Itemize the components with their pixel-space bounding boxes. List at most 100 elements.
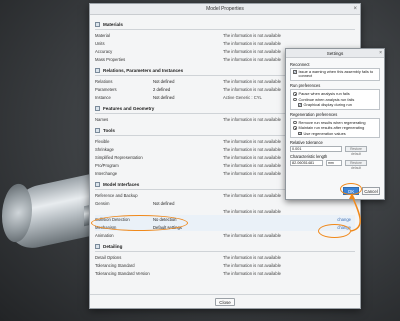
property-name: Detail Options (95, 254, 122, 260)
property-name: Pro/Program (95, 162, 119, 168)
property-info: The information is not available (223, 48, 281, 54)
remove-results-label: Remove run results when regenerating (298, 119, 366, 125)
property-value: 2 defined (153, 86, 171, 92)
regeneration-preferences-title: Regeneration preferences (290, 111, 338, 117)
property-info: The information is not available (223, 146, 281, 152)
change-link[interactable]: change (293, 217, 351, 222)
property-info: The information is not available (223, 138, 281, 144)
section-heading-label: Detailing (103, 243, 123, 249)
relative-tolerance-title: Relative tolerance (290, 140, 323, 145)
maintain-results-label: Maintain run results after regenerating (298, 125, 365, 131)
property-info: The information is not available (223, 40, 281, 46)
property-name: Material (95, 32, 110, 38)
section-icon (95, 21, 100, 27)
restore-length-button[interactable]: Restore default (345, 160, 367, 170)
property-info: The information is not available (223, 270, 281, 276)
property-name: Shrinkage (95, 146, 114, 152)
property-name: Flexible (95, 138, 110, 144)
property-value: Not defined (153, 94, 175, 100)
property-row: Material The information is not available (95, 31, 355, 39)
settings-close-icon[interactable]: × (379, 49, 382, 58)
ok-button-highlight (340, 183, 362, 195)
section-heading[interactable]: Detailing (95, 242, 355, 250)
property-info: The information is not available (223, 254, 281, 260)
property-info: The information is not available (223, 162, 281, 168)
property-info: The information is not available (223, 154, 281, 160)
dialog-title-bar: Model Properties × (90, 4, 360, 15)
property-name: Names (95, 116, 109, 122)
settings-title: Settings (326, 51, 344, 56)
property-info: The information is not available (223, 170, 281, 176)
property-name: Tolerancing Standard (95, 262, 135, 268)
section-heading-label: Materials (103, 21, 123, 27)
property-row: Tolerancing Standard Version The informat… (95, 269, 355, 277)
pause-on-fail-label: Pause when analysis run fails (298, 91, 350, 97)
section: Detailing Detail Options The information i… (95, 242, 355, 277)
continue-on-fail-label: Continue when analysis run fails (298, 96, 355, 102)
property-name: Interchange (95, 170, 118, 176)
property-info: The information is not available (223, 56, 281, 62)
property-row: Units The information is not available (95, 39, 355, 47)
property-info: The information is not available (223, 78, 281, 84)
reconnect-warning-label: Issue a warning when this assembly fails… (298, 69, 374, 79)
property-info: Active Generic : CYL (223, 94, 262, 100)
property-row: Animation The information is not availabl… (95, 231, 355, 239)
property-info: The information is not available (223, 208, 281, 214)
settings-title-bar: Settings × (286, 49, 384, 58)
property-name: Relations (95, 78, 113, 84)
section-icon (95, 105, 100, 111)
restore-tolerance-button[interactable]: Restore default (345, 146, 367, 156)
settings-dialog: Settings × Reconnect ✓ Issue a warning w… (285, 48, 385, 200)
property-name: Mass Properties (95, 56, 126, 62)
property-name: Parameters (95, 86, 117, 92)
use-regen-values-checkbox[interactable]: ✓ (298, 131, 302, 135)
property-name: Units (95, 40, 105, 46)
property-row: Gensim Not defined (95, 199, 355, 207)
pause-on-fail-radio[interactable] (293, 92, 297, 96)
property-value: Not defined (153, 200, 175, 206)
property-name: Instance (95, 94, 111, 100)
graphical-display-checkbox[interactable]: ✓ (298, 103, 302, 107)
property-info: The information is not available (223, 262, 281, 268)
section-icon (95, 67, 100, 73)
cancel-button[interactable]: Cancel (362, 187, 380, 195)
characteristic-length-input[interactable]: 82.06051481 (290, 160, 323, 166)
property-name: Reference and Backup (95, 192, 138, 198)
run-preferences-group: Pause when analysis run fails Continue w… (290, 89, 380, 110)
section-icon (95, 243, 100, 249)
close-icon[interactable]: × (353, 4, 357, 15)
property-row: Detail Options The information is not ava… (95, 253, 355, 261)
property-info: The information is not available (223, 86, 281, 92)
property-info: The information is not available (223, 32, 281, 38)
continue-on-fail-radio[interactable] (293, 97, 297, 101)
property-name: Tolerancing Standard Version (95, 270, 150, 276)
property-info: The information is not available (223, 232, 281, 238)
relative-tolerance-input[interactable]: 0.001 (290, 146, 342, 152)
remove-results-radio[interactable] (293, 120, 297, 124)
reconnect-group: ✓ Issue a warning when this assembly fai… (290, 68, 380, 81)
characteristic-length-title: Characteristic length (290, 154, 328, 159)
section-divider (95, 29, 355, 30)
section-heading-label: Model Interfaces (103, 181, 140, 187)
close-button[interactable]: Close (215, 297, 235, 306)
run-preferences-title: Run preferences (290, 83, 321, 88)
property-name: Gensim (95, 200, 110, 206)
property-value: Not defined (153, 78, 175, 84)
section-heading-label: Tools (103, 127, 115, 133)
graphical-display-label: Graphical display during run (303, 102, 352, 108)
section-heading[interactable]: Materials (95, 20, 355, 28)
reconnect-warning-checkbox[interactable]: ✓ (293, 70, 297, 74)
section-heading-label: Relations, Parameters and Instances (103, 67, 184, 73)
section-heading-label: Features and Geometry (103, 105, 155, 111)
reconnect-title: Reconnect (290, 62, 310, 67)
property-name: Accuracy (95, 48, 113, 54)
property-info: The information is not available (223, 116, 281, 122)
length-unit-select[interactable]: mm (326, 160, 342, 166)
collision-detection-highlight (91, 215, 188, 231)
property-name: Simplified Representation (95, 154, 143, 160)
dialog-title: Model Properties (206, 6, 244, 12)
section-divider (95, 251, 355, 252)
maintain-results-radio[interactable] (293, 126, 297, 130)
change-link-highlight (318, 224, 351, 238)
section-icon (95, 181, 100, 187)
